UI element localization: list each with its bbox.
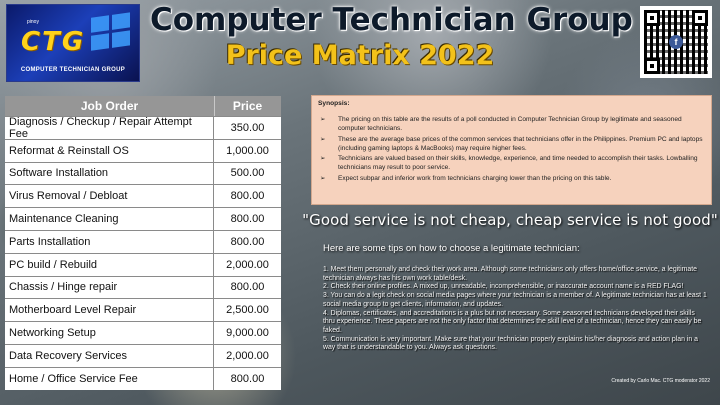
table-row: Home / Office Service Fee 800.00 xyxy=(5,366,281,390)
price-table: Job Order Price Diagnosis / Checkup / Re… xyxy=(5,96,281,390)
price-cell: 1,000.00 xyxy=(226,144,269,157)
table-header: Job Order Price xyxy=(5,96,281,116)
table-body: Diagnosis / Checkup / Repair Attempt Fee… xyxy=(5,116,281,390)
price-cell: 2,000.00 xyxy=(226,258,269,271)
table-row: Maintenance Cleaning 800.00 xyxy=(5,207,281,230)
page-subtitle: Price Matrix 2022 xyxy=(225,40,495,71)
table-row: Reformat & Reinstall OS 1,000.00 xyxy=(5,138,281,162)
tip-item: 2. Check their online profiles. A mixed … xyxy=(323,283,684,291)
synopsis-item-text: Expect subpar and inferior work from tec… xyxy=(338,174,612,182)
job-order-cell: Data Recovery Services xyxy=(5,344,214,367)
job-order-cell: Parts Installation xyxy=(5,230,214,253)
qr-finder xyxy=(692,10,708,26)
price-cell: 800.00 xyxy=(230,213,265,226)
price-cell: 350.00 xyxy=(230,121,265,134)
table-row: Diagnosis / Checkup / Repair Attempt Fee… xyxy=(5,116,281,140)
tip-item: 4. Diplomas, certificates, and accredita… xyxy=(323,309,702,334)
price-cell: 9,000.00 xyxy=(226,327,269,340)
price-cell: 800.00 xyxy=(230,190,265,203)
synopsis-item: ➢ Technicians are valued based on their s… xyxy=(318,154,705,172)
quote: "Good service is not cheap, cheap servic… xyxy=(302,211,718,229)
qr-code[interactable]: f xyxy=(640,6,712,78)
logo-text: CTG xyxy=(21,27,86,57)
tips-list: 1. Meet them personally and check their … xyxy=(323,266,708,353)
job-order-cell: Chassis / Hinge repair xyxy=(5,276,214,299)
job-order-cell: Maintenance Cleaning xyxy=(5,208,214,230)
synopsis-title: Synopsis: xyxy=(318,100,350,107)
synopsis-list: ➢ The pricing on this table are the resul… xyxy=(318,115,705,183)
synopsis-item: ➢ These are the average base prices of th… xyxy=(318,135,705,153)
logo-small-text: pinoy xyxy=(27,19,39,25)
column-header-job: Job Order xyxy=(5,96,215,116)
table-row: Virus Removal / Debloat 800.00 xyxy=(5,184,281,208)
ctg-logo: pinoy CTG COMPUTER TECHNICIAN GROUP xyxy=(6,4,140,82)
table-row: Software Installation 500.00 xyxy=(5,161,281,185)
windows-logo-icon xyxy=(91,12,131,52)
table-row: Motherboard Level Repair 2,500.00 xyxy=(5,298,281,322)
synopsis-item-text: Technicians are valued based on their sk… xyxy=(338,155,698,171)
price-cell: 2,000.00 xyxy=(226,349,269,362)
job-order-cell: Virus Removal / Debloat xyxy=(5,185,214,208)
synopsis-item-text: These are the average base prices of the… xyxy=(338,135,703,152)
price-cell: 500.00 xyxy=(230,167,265,180)
price-cell: 800.00 xyxy=(230,235,265,248)
synopsis-item: ➢ The pricing on this table are the resul… xyxy=(318,115,705,133)
qr-pattern: f xyxy=(644,10,708,74)
facebook-icon: f xyxy=(669,35,683,49)
tip-item: 3. You can do a legit check on social me… xyxy=(323,292,707,308)
qr-finder xyxy=(644,10,660,26)
table-row: PC build / Rebuild 2,000.00 xyxy=(5,252,281,276)
tips-title: Here are some tips on how to choose a le… xyxy=(323,243,580,254)
table-row: Parts Installation 800.00 xyxy=(5,229,281,253)
job-order-cell: Reformat & Reinstall OS xyxy=(5,139,214,162)
logo-tagline: COMPUTER TECHNICIAN GROUP xyxy=(20,67,126,73)
price-cell: 800.00 xyxy=(230,281,265,294)
synopsis-box: Synopsis: ➢ The pricing on this table are… xyxy=(311,95,712,205)
arrow-bullet-icon: ➢ xyxy=(320,135,326,143)
job-order-cell: Networking Setup xyxy=(5,322,214,344)
job-order-cell: Motherboard Level Repair xyxy=(5,299,214,322)
price-cell: 2,500.00 xyxy=(226,304,269,317)
table-row: Data Recovery Services 2,000.00 xyxy=(5,343,281,367)
arrow-bullet-icon: ➢ xyxy=(320,116,326,123)
job-order-cell: PC build / Rebuild xyxy=(5,253,214,276)
arrow-bullet-icon: ➢ xyxy=(320,174,326,182)
job-order-cell: Diagnosis / Checkup / Repair Attempt Fee xyxy=(5,116,214,140)
qr-finder xyxy=(644,58,660,74)
synopsis-item: ➢ Expect subpar and inferior work from te… xyxy=(318,174,705,183)
table-row: Chassis / Hinge repair 800.00 xyxy=(5,275,281,299)
credit-text: Created by Carlo Mac. CTG moderator 2022 xyxy=(611,378,710,384)
job-order-cell: Software Installation xyxy=(5,162,214,185)
tip-item: 5. Communication is very important. Make… xyxy=(323,335,698,352)
column-header-price: Price xyxy=(232,99,263,113)
table-row: Networking Setup 9,000.00 xyxy=(5,321,281,344)
page-title: Computer Technician Group xyxy=(150,2,633,38)
arrow-bullet-icon: ➢ xyxy=(320,155,326,162)
price-cell: 800.00 xyxy=(230,372,265,385)
tip-item: 1. Meet them personally and check their … xyxy=(323,266,697,282)
synopsis-item-text: The pricing on this table are the result… xyxy=(338,116,682,132)
job-order-cell: Home / Office Service Fee xyxy=(5,367,214,390)
